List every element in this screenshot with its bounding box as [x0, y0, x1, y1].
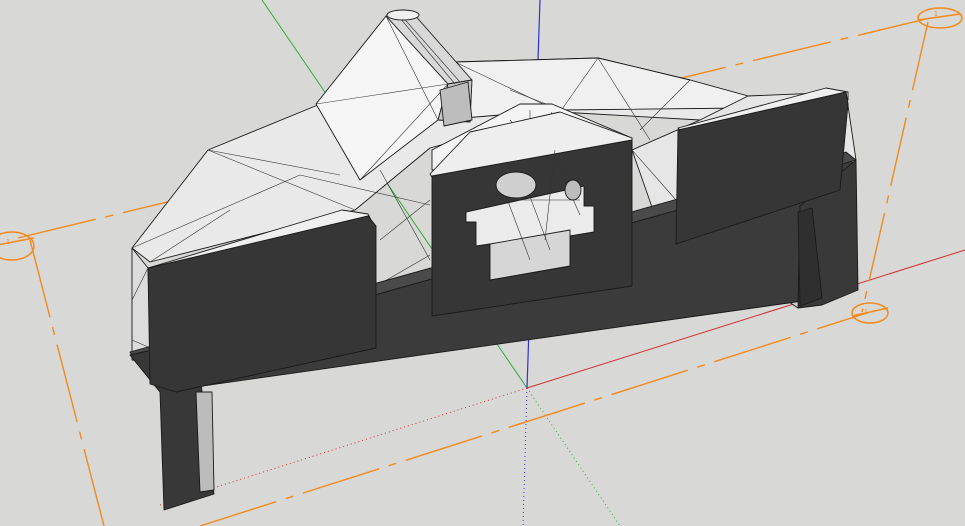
model-viewport[interactable]: 1 1 1 — [0, 0, 965, 526]
3d-model[interactable] — [129, 9, 859, 511]
guide-line-left — [29, 239, 105, 526]
keyhole-peg — [495, 171, 537, 199]
tape-end-marker-icon — [0, 231, 35, 261]
tape-end-marker-icon — [851, 302, 889, 324]
tape-end-marker-icon — [917, 7, 963, 29]
green-axis-dotted — [526, 387, 621, 526]
dimension-marker-label: 1 — [6, 239, 10, 246]
top-nub — [386, 9, 420, 21]
keyhole-peg-right — [564, 179, 582, 201]
blue-axis-dotted — [522, 387, 528, 526]
dimension-marker-bottom-right[interactable]: 1 — [851, 302, 889, 324]
dimension-marker-left[interactable]: 1 — [0, 231, 35, 261]
dimension-marker-top-right[interactable]: 1 — [917, 7, 963, 29]
dimension-marker-label: 1 — [864, 309, 868, 316]
red-axis-dotted — [159, 387, 528, 506]
viewport-canvas[interactable]: 1 1 1 — [0, 0, 965, 526]
guide-line-right — [861, 21, 929, 313]
top-block-cylinder — [439, 81, 473, 127]
dimension-marker-label: 1 — [934, 11, 938, 18]
